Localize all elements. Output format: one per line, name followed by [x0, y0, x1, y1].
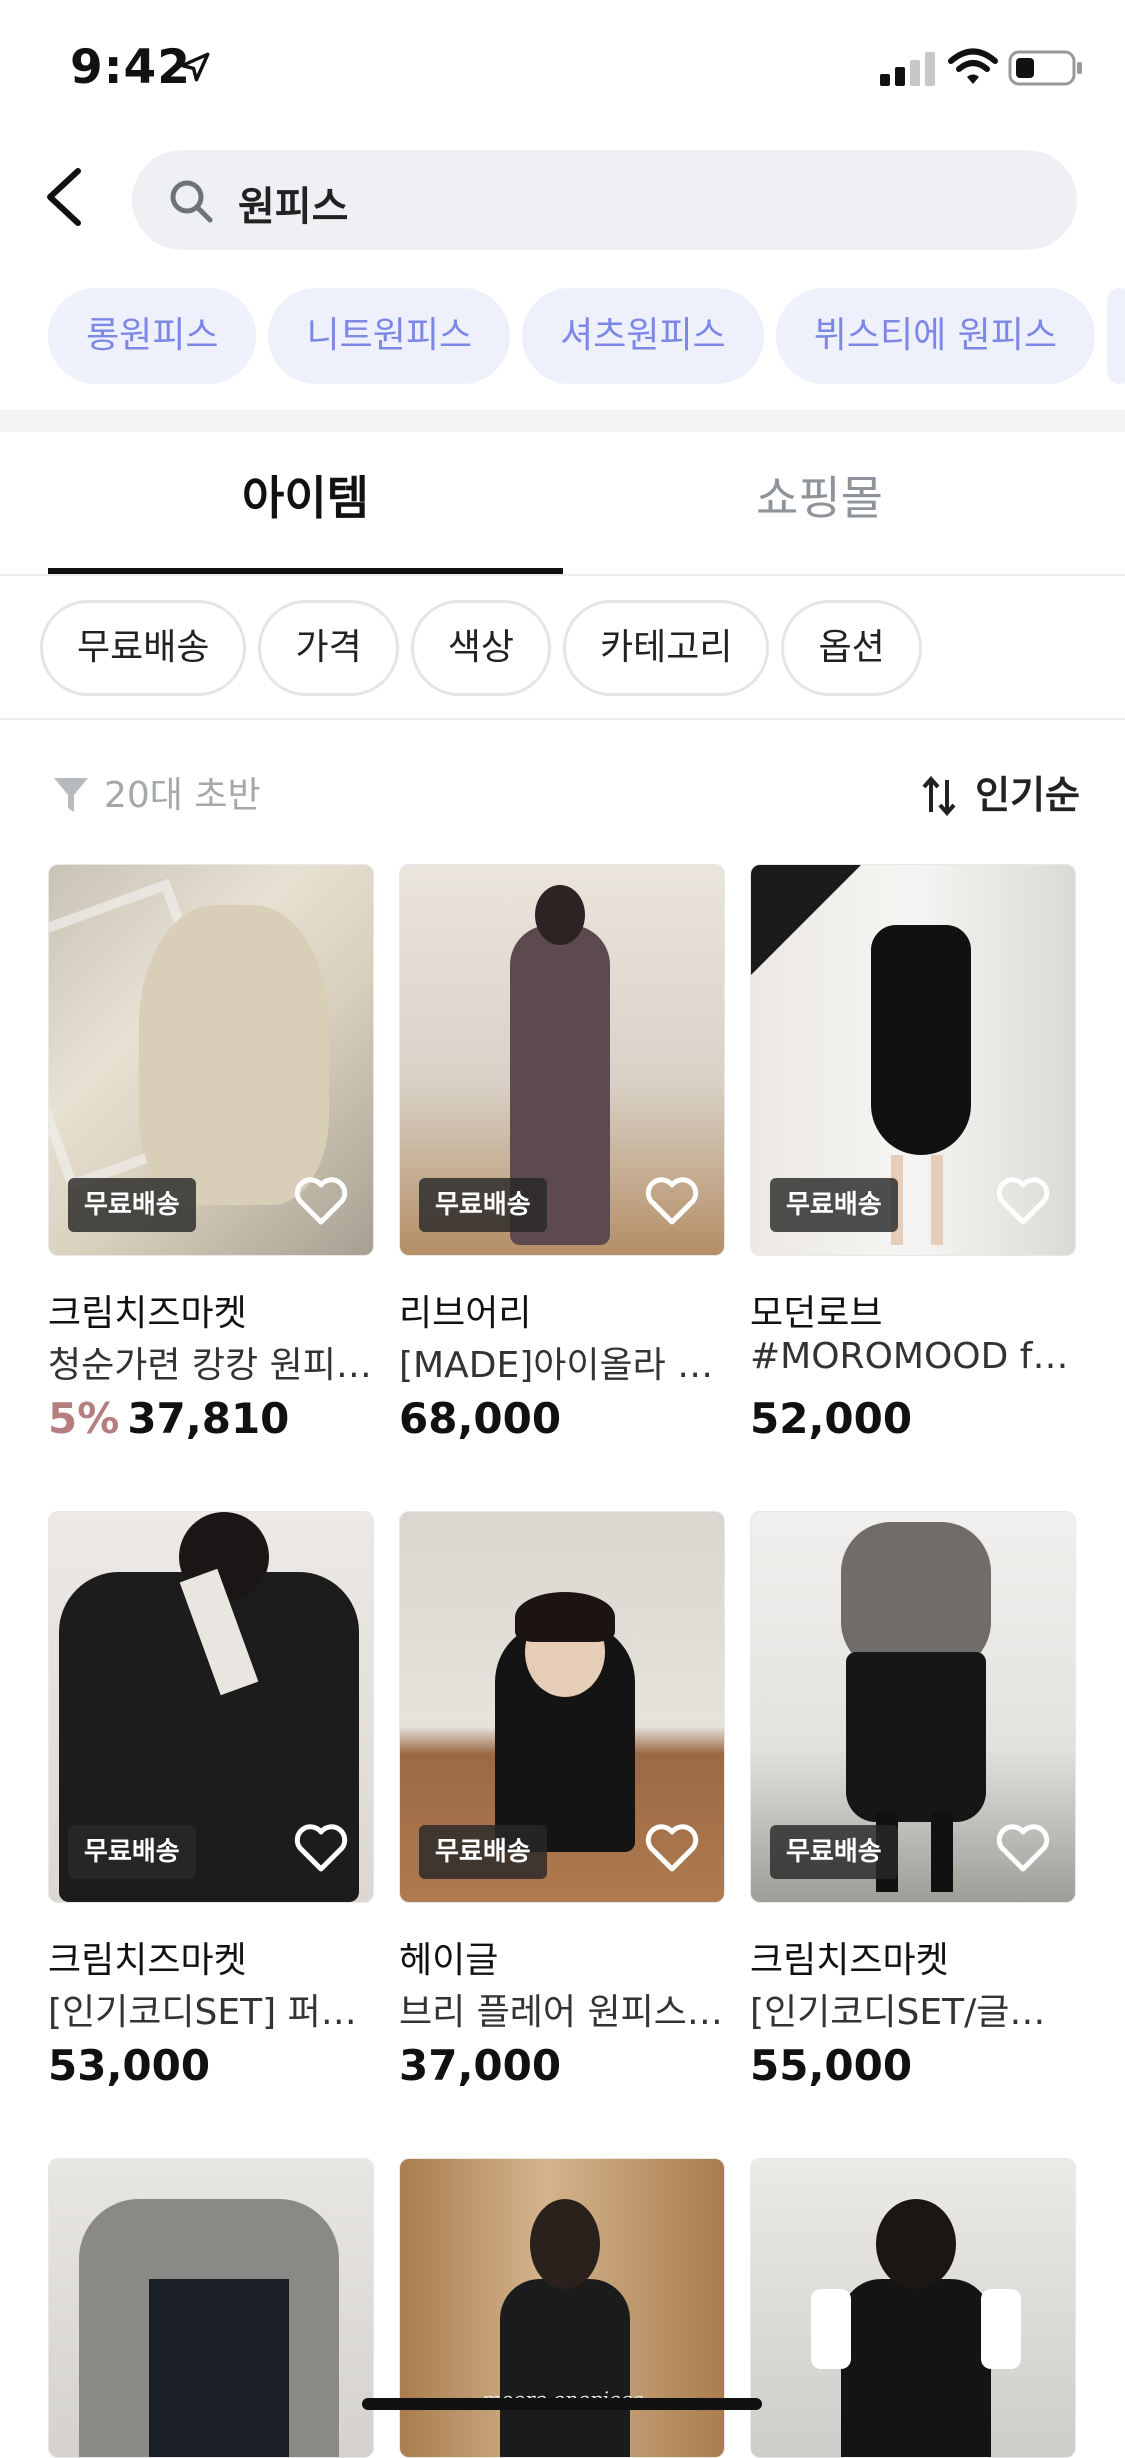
product-image[interactable]: [48, 2158, 374, 2458]
shop-name: 모던로브: [750, 1293, 883, 1334]
heart-icon[interactable]: [645, 1176, 699, 1226]
search-query: 원피스: [238, 184, 349, 230]
heart-icon[interactable]: [294, 1176, 348, 1226]
filter-option[interactable]: 옵션: [781, 600, 922, 696]
product-price: 68,000: [399, 1394, 561, 1443]
product-price: 55,000: [750, 2041, 912, 2090]
filter-chips: 무료배송 가격 색상 카테고리 옵션: [40, 600, 934, 696]
price-value: 68,000: [399, 1394, 562, 1443]
related-search-chips: 롱원피스 니트원피스 셔츠원피스 뷔스티에 원피스: [48, 288, 1125, 384]
funnel-icon: [54, 778, 88, 812]
back-button[interactable]: [40, 165, 90, 229]
heart-icon[interactable]: [996, 1176, 1050, 1226]
product-price: 53,000: [48, 2041, 210, 2090]
wifi-icon: [948, 48, 998, 84]
product-price: 37,000: [399, 2041, 561, 2090]
free-shipping-badge: 무료배송: [770, 1825, 898, 1879]
age-filter[interactable]: 20대 초반: [52, 766, 261, 818]
divider: [0, 574, 1125, 576]
divider: [0, 718, 1125, 720]
price-value: 52,000: [750, 1394, 913, 1443]
shop-name: 크림치즈마켓: [750, 1940, 949, 1981]
filter-category[interactable]: 카테고리: [562, 600, 770, 696]
tab-items[interactable]: 아이템: [48, 432, 563, 572]
status-bar: 9:42: [0, 0, 1125, 140]
product-title: 청순가련 캉캉 원피스 (4col): [48, 1345, 374, 1386]
search-icon: [170, 180, 213, 223]
filter-price[interactable]: 가격: [258, 600, 399, 696]
price-value: 37,810: [127, 1394, 290, 1443]
price-value: 55,000: [750, 2041, 913, 2090]
related-chip[interactable]: 셔츠원피스: [522, 288, 764, 384]
related-chip-partial[interactable]: [1107, 288, 1125, 384]
age-filter-label: 20대 초반: [104, 775, 261, 816]
free-shipping-badge: 무료배송: [419, 1825, 547, 1879]
product-title: [인기코디SET/글필] 니트 원피스: [750, 1992, 1076, 2033]
tab-shopping-malls[interactable]: 쇼핑몰: [562, 432, 1077, 572]
price-value: 53,000: [48, 2041, 211, 2090]
sort-button[interactable]: 인기순: [921, 764, 1080, 819]
free-shipping-badge: 무료배송: [419, 1178, 547, 1232]
shop-name: 크림치즈마켓: [48, 1293, 247, 1334]
section-divider: [0, 410, 1125, 432]
heart-icon[interactable]: [645, 1823, 699, 1873]
related-chip[interactable]: 니트원피스: [268, 288, 511, 384]
product-title: [인기코디SET] 퍼프 니트 원피스: [48, 1992, 374, 2033]
shop-name: 크림치즈마켓: [48, 1940, 247, 1981]
heart-icon[interactable]: [294, 1823, 348, 1873]
related-chip[interactable]: 뷔스티에 원피스: [775, 288, 1095, 384]
cellular-signal-icon: [880, 52, 935, 86]
product-title: [MADE]아이올라 플라워 원피스: [399, 1345, 725, 1386]
shop-name: 헤이글: [399, 1940, 499, 1981]
sort-label: 인기순: [975, 773, 1080, 817]
product-price: 5% 37,810: [48, 1394, 289, 1443]
shop-name: 리브어리: [399, 1293, 532, 1334]
filter-free-shipping[interactable]: 무료배송: [40, 600, 247, 696]
product-image[interactable]: moore onepiece: [399, 2158, 725, 2458]
free-shipping-badge: 무료배송: [770, 1178, 898, 1232]
sort-icon: [922, 776, 956, 816]
product-title: 브리 플레어 원피스 (3col): [399, 1992, 725, 2033]
status-time: 9:42: [70, 40, 191, 95]
search-input[interactable]: 원피스: [132, 150, 1077, 250]
related-chip[interactable]: 롱원피스: [48, 288, 257, 384]
product-title: #MOROMOOD fall collection: [750, 1336, 1076, 1377]
battery-icon: [1008, 50, 1082, 86]
filter-color[interactable]: 색상: [410, 600, 551, 696]
location-arrow-icon: [180, 52, 210, 82]
discount-rate: 5%: [48, 1394, 120, 1443]
home-indicator: [362, 2398, 762, 2410]
product-price: 52,000: [750, 1394, 912, 1443]
free-shipping-badge: 무료배송: [68, 1178, 196, 1232]
price-value: 37,000: [399, 2041, 562, 2090]
heart-icon[interactable]: [996, 1823, 1050, 1873]
free-shipping-badge: 무료배송: [68, 1825, 196, 1879]
product-image[interactable]: [750, 2158, 1076, 2458]
